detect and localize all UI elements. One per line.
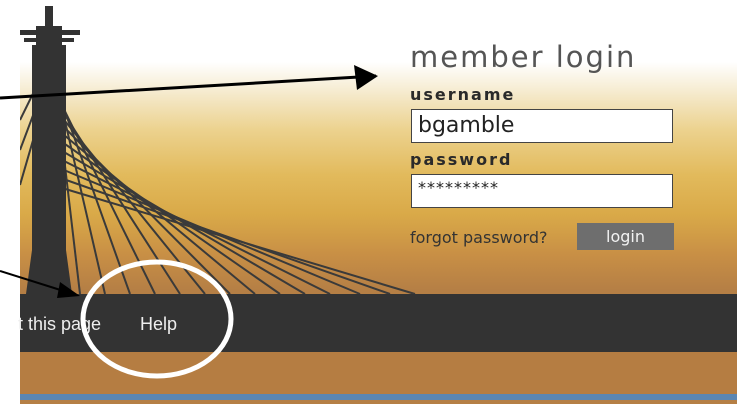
login-title: member login xyxy=(410,40,637,74)
nav-bar xyxy=(20,294,737,352)
username-label: username xyxy=(410,85,516,104)
username-field[interactable]: bgamble xyxy=(411,109,673,143)
login-button[interactable]: login xyxy=(577,223,674,250)
password-label: password xyxy=(410,150,513,169)
footer-band xyxy=(20,352,737,394)
nav-about-link[interactable]: t this page xyxy=(18,314,101,335)
forgot-password-link[interactable]: forgot password? xyxy=(410,228,547,247)
nav-help-link[interactable]: Help xyxy=(140,314,177,335)
password-field[interactable]: ********* xyxy=(411,174,673,208)
footer-divider xyxy=(20,394,737,400)
